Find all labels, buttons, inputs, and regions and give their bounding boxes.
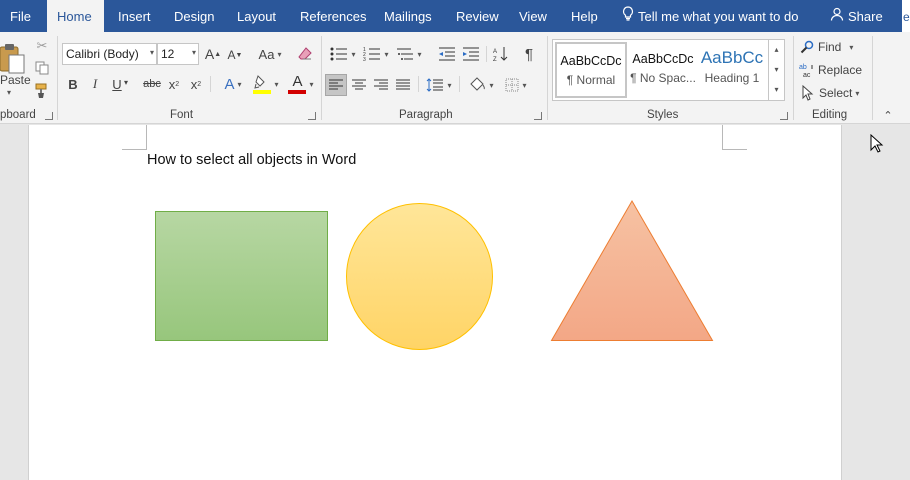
orange-triangle-shape[interactable] (550, 199, 714, 341)
mouse-pointer-icon (870, 134, 884, 153)
yellow-circle-shape[interactable] (346, 203, 493, 350)
green-square-shape[interactable] (155, 211, 328, 341)
shapes-layer (155, 199, 714, 350)
